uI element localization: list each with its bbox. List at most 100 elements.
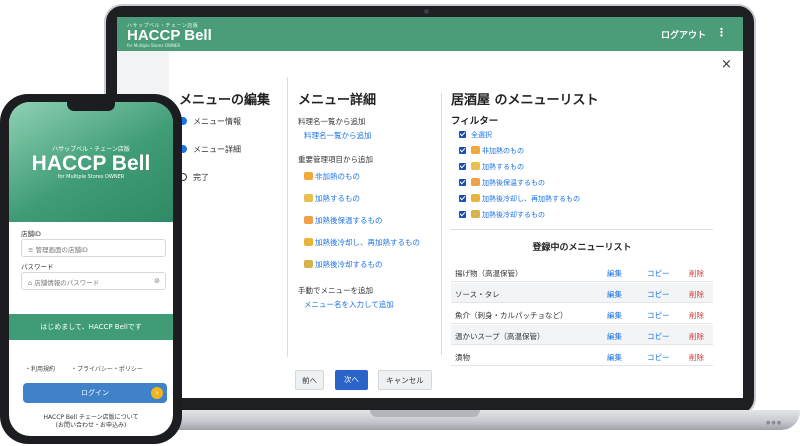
login-button[interactable]: ログイン › (23, 383, 167, 403)
copy-link[interactable]: コピー (647, 331, 670, 342)
welcome-banner: はじめまして、HACCP Bellです (9, 314, 173, 340)
category-link-cool-reheat[interactable]: 加熱後冷却し、再加熱するもの (304, 237, 420, 248)
laptop-screen: ハサップベル・チェーン店版 HACCP Bell for Multiple St… (117, 17, 743, 398)
edit-link[interactable]: 編集 (607, 352, 622, 363)
editor-title: メニューの編集 (179, 93, 271, 108)
cancel-button[interactable]: キャンセル (378, 370, 432, 390)
food-icon (471, 146, 480, 154)
store-id-input[interactable]: ≡ 管理画面の店舗ID (21, 239, 166, 257)
privacy-link[interactable]: ・プライバシー・ポリシー (71, 364, 143, 373)
footer-line: (お問い合わせ・お申込み) (55, 422, 127, 429)
registered-list-title: 登録中のメニューリスト (532, 243, 632, 253)
filter-select-all[interactable]: 全選択 (459, 130, 492, 140)
checkbox[interactable] (459, 163, 466, 170)
logo-title: HACCP Bell (127, 27, 212, 44)
manual-add-link[interactable]: メニュー名を入力して追加 (304, 299, 394, 310)
category-label: 加熱後冷却するもの (315, 260, 383, 269)
column-divider (287, 77, 288, 357)
store-id-placeholder: 管理画面の店舗ID (35, 246, 88, 254)
menu-name: 揚げ物（高温保管） (455, 269, 523, 278)
filter-cooled[interactable]: 加熱後冷却するもの (459, 210, 545, 220)
laptop-camera (424, 9, 429, 14)
menu-list-title: 居酒屋 のメニューリスト (451, 93, 599, 108)
food-icon (304, 216, 313, 224)
filter-heated[interactable]: 加熱するもの (459, 162, 524, 172)
table-row: 魚介（刺身・カルパッチョなど） 編集 コピー 削除 (451, 304, 713, 324)
step-menu-detail[interactable]: メニュー詳細 (179, 144, 241, 155)
from-dish-link[interactable]: 料理名一覧から追加 (304, 130, 372, 141)
step-menu-info[interactable]: メニュー情報 (179, 116, 241, 127)
from-dish-label: 料理名一覧から追加 (298, 117, 366, 126)
menu-name: ソース・タレ (455, 290, 500, 299)
checkbox[interactable] (459, 195, 466, 202)
step-complete[interactable]: 完了 (179, 172, 209, 183)
table-row: 温かいスープ（高温保管） 編集 コピー 削除 (451, 325, 713, 345)
edit-link[interactable]: 編集 (607, 331, 622, 342)
menu-name: 温かいスープ（高温保管） (455, 332, 545, 341)
step-label: メニュー詳細 (193, 145, 241, 154)
food-icon (471, 178, 480, 186)
food-icon (471, 162, 480, 170)
filter-label: 非加熱のもの (482, 147, 524, 155)
logout-button[interactable]: ログアウト (661, 28, 706, 41)
filter-non-heated[interactable]: 非加熱のもの (459, 146, 524, 156)
password-placeholder: 店舗情報のパスワード (34, 279, 100, 287)
menu-name: 魚介（刺身・カルパッチョなど） (455, 311, 568, 320)
category-link-heated[interactable]: 加熱するもの (304, 193, 360, 204)
food-icon (304, 238, 313, 246)
phone-frame: ハサップベル・チェーン店版 HACCP Bell for Multiple St… (0, 94, 182, 444)
phone-logo-title: HACCP Bell (31, 152, 151, 175)
filter-label: 加熱後保温するもの (482, 179, 545, 187)
category-link-cooled[interactable]: 加熱後冷却するもの (304, 259, 383, 270)
delete-link[interactable]: 削除 (689, 352, 704, 363)
detail-title: メニュー詳細 (298, 93, 377, 108)
filter-heat-hold[interactable]: 加熱後保温するもの (459, 178, 545, 188)
kebab-menu-icon[interactable]: ⋮ (716, 26, 727, 39)
delete-link[interactable]: 削除 (689, 331, 704, 342)
checkbox[interactable] (459, 211, 466, 218)
phone-notch (67, 102, 115, 111)
category-link-non-heated[interactable]: 非加熱のもの (304, 171, 360, 182)
filter-label: 加熱後冷却し、再加熱するもの (482, 195, 580, 203)
menu-name: 漬物 (455, 353, 470, 362)
step-label: メニュー情報 (193, 117, 241, 126)
prev-button[interactable]: 前へ (295, 370, 324, 390)
copy-link[interactable]: コピー (647, 310, 670, 321)
terms-link[interactable]: ・利用規約 (25, 364, 55, 373)
step-label: 完了 (193, 173, 209, 182)
section-divider (451, 229, 713, 230)
footer-line: HACCP Bell チェーン店版について (43, 414, 139, 421)
close-icon[interactable]: × (721, 57, 732, 72)
arrow-right-icon: › (151, 387, 163, 399)
edit-link[interactable]: 編集 (607, 289, 622, 300)
category-label: 加熱するもの (315, 194, 360, 203)
password-input[interactable]: ⌂ 店舗情報のパスワード ⊘ (21, 272, 166, 290)
table-row: 漬物 編集 コピー 削除 (451, 346, 713, 366)
phone-footer[interactable]: HACCP Bell チェーン店版について (お問い合わせ・お申込み) (9, 414, 173, 430)
delete-link[interactable]: 削除 (689, 289, 704, 300)
filter-cool-reheat[interactable]: 加熱後冷却し、再加熱するもの (459, 194, 580, 204)
from-items-label: 重要管理項目から追加 (298, 155, 373, 164)
copy-link[interactable]: コピー (647, 352, 670, 363)
food-icon (471, 194, 480, 202)
copy-link[interactable]: コピー (647, 268, 670, 279)
checkbox[interactable] (459, 179, 466, 186)
category-label: 加熱後保温するもの (315, 216, 383, 225)
delete-link[interactable]: 削除 (689, 310, 704, 321)
phone-logo: ハサップベル・チェーン店版 HACCP Bell for Multiple St… (9, 144, 173, 180)
marketing-mockup: ●●● ハサップベル・チェーン店版 HACCP Bell for Multipl… (0, 0, 800, 446)
laptop-notch (370, 410, 480, 417)
checkbox[interactable] (459, 131, 466, 138)
checkbox[interactable] (459, 147, 466, 154)
category-link-heat-hold[interactable]: 加熱後保温するもの (304, 215, 383, 226)
table-row: ソース・タレ 編集 コピー 削除 (451, 283, 713, 303)
laptop-vent: ●●● (766, 420, 783, 426)
copy-link[interactable]: コピー (647, 289, 670, 300)
eye-off-icon[interactable]: ⊘ (154, 277, 160, 285)
next-button[interactable]: 次へ (335, 370, 368, 390)
edit-link[interactable]: 編集 (607, 268, 622, 279)
category-label: 加熱後冷却し、再加熱するもの (315, 238, 420, 247)
phone-screen: ハサップベル・チェーン店版 HACCP Bell for Multiple St… (9, 102, 173, 436)
edit-link[interactable]: 編集 (607, 310, 622, 321)
delete-link[interactable]: 削除 (689, 268, 704, 279)
